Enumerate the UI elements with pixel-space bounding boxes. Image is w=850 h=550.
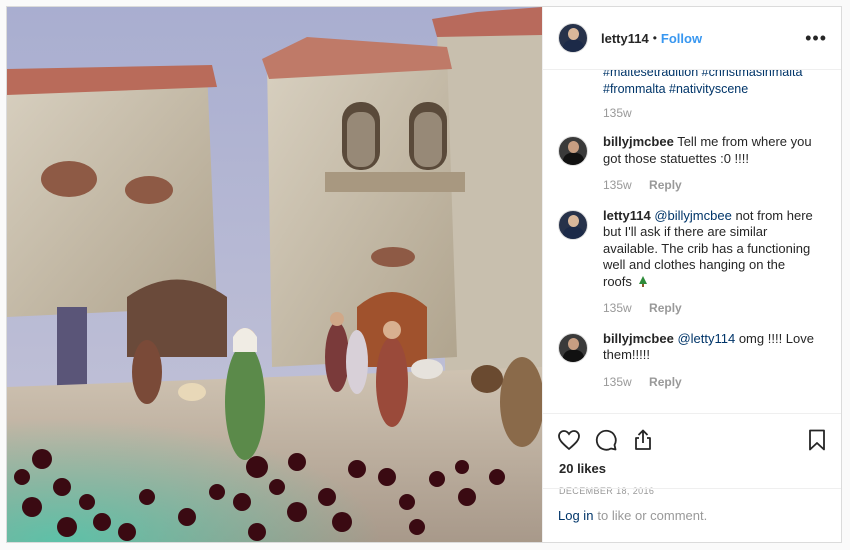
comment-username[interactable]: billyjmcbee: [603, 134, 674, 149]
follow-button[interactable]: Follow: [661, 31, 702, 46]
comment-item: letty114 @billyjmcbee not from here but …: [558, 208, 826, 317]
action-bar: [543, 413, 841, 465]
instagram-post: letty114 • Follow ••• #maltesetradition …: [6, 6, 842, 543]
caption-hashtags-line[interactable]: #maltesetradition #christmasinmalta: [603, 70, 826, 81]
comment-timestamp[interactable]: 135w: [603, 178, 632, 192]
comment-icon[interactable]: [594, 428, 618, 452]
comment-timestamp[interactable]: 135w: [603, 301, 632, 315]
comment-item: billyjmcbee @letty114 omg !!!! Love them…: [558, 331, 826, 391]
login-prompt: Log in to like or comment.: [543, 488, 841, 542]
comment-mention[interactable]: @billyjmcbee: [654, 208, 732, 223]
post-sidebar: letty114 • Follow ••• #maltesetradition …: [542, 7, 841, 542]
caption-timestamp[interactable]: 135w: [558, 106, 826, 120]
bookmark-icon[interactable]: [805, 428, 829, 452]
author-avatar[interactable]: [558, 23, 588, 53]
comment-username[interactable]: billyjmcbee: [603, 331, 674, 346]
comment-mention[interactable]: @letty114: [677, 331, 735, 346]
author-username[interactable]: letty114: [601, 31, 649, 46]
login-link[interactable]: Log in: [558, 508, 593, 523]
post-photo[interactable]: [7, 7, 542, 542]
caption-hashtags-line[interactable]: #frommalta #nativityscene: [603, 81, 826, 98]
commenter-avatar[interactable]: [558, 332, 588, 363]
reply-button[interactable]: Reply: [649, 178, 682, 192]
commenter-avatar[interactable]: [558, 209, 588, 240]
likes-count[interactable]: 20 likes: [543, 461, 841, 476]
comment-item: billyjmcbee Tell me from where you got t…: [558, 134, 826, 194]
comments-list[interactable]: #maltesetradition #christmasinmalta #fro…: [543, 70, 841, 413]
heart-icon[interactable]: [557, 428, 581, 452]
commenter-avatar[interactable]: [558, 136, 588, 166]
nativity-scene-image: [7, 7, 542, 542]
share-icon[interactable]: [631, 428, 655, 452]
reply-button[interactable]: Reply: [649, 375, 682, 389]
header-separator: •: [652, 31, 657, 45]
christmas-tree-icon: [638, 275, 647, 287]
login-suffix: to like or comment.: [597, 508, 708, 523]
more-options-icon[interactable]: •••: [805, 29, 827, 47]
reply-button[interactable]: Reply: [649, 301, 682, 315]
post-header: letty114 • Follow •••: [543, 7, 841, 70]
comment-timestamp[interactable]: 135w: [603, 375, 632, 389]
comment-username[interactable]: letty114: [603, 208, 651, 223]
caption-hashtags: #maltesetradition #christmasinmalta #fro…: [558, 70, 826, 98]
